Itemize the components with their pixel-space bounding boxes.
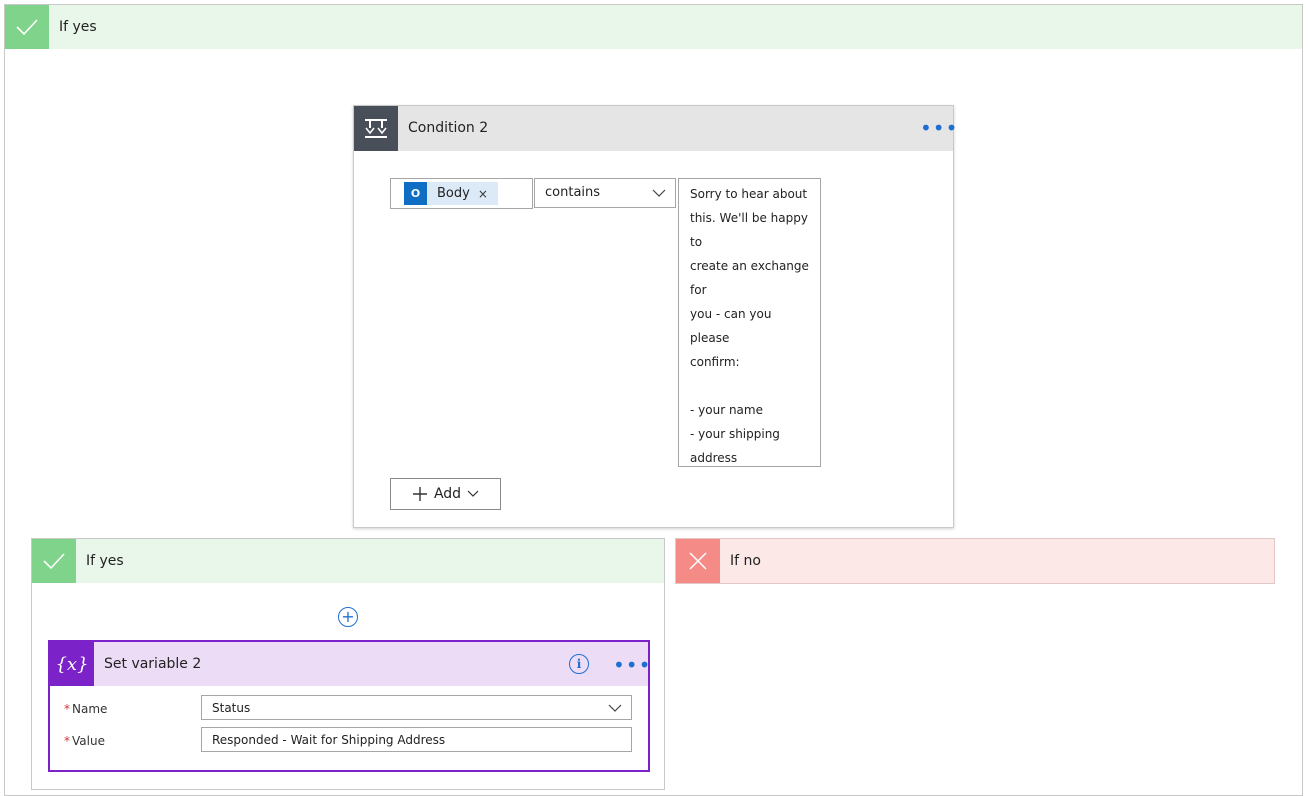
- value-input[interactable]: Responded - Wait for Shipping Address: [201, 727, 632, 752]
- inner-if-yes-label: If yes: [86, 553, 124, 569]
- right-operand-text: Sorry to hear about this. We'll be happy…: [690, 187, 809, 465]
- condition-header[interactable]: Condition 2 •••: [354, 106, 957, 151]
- value-label-text: Value: [72, 734, 105, 748]
- chevron-down-icon: [608, 704, 622, 712]
- plus-icon: [412, 487, 427, 501]
- check-icon: [32, 539, 76, 583]
- chevron-down-icon: [467, 490, 479, 497]
- remove-token-icon[interactable]: ×: [478, 187, 488, 201]
- condition-right-operand[interactable]: Sorry to hear about this. We'll be happy…: [678, 178, 821, 467]
- operator-selected-value: contains: [545, 185, 601, 200]
- set-variable-more-menu-icon[interactable]: •••: [613, 655, 651, 675]
- value-param-label: * Value: [64, 734, 105, 748]
- body-token-label: Body: [437, 186, 470, 201]
- insert-step-icon[interactable]: +: [338, 607, 358, 627]
- condition-left-operand[interactable]: O Body ×: [390, 178, 533, 209]
- inner-if-yes-header[interactable]: If yes: [32, 539, 664, 583]
- variable-icon: {x}: [50, 642, 94, 686]
- if-no-branch[interactable]: If no: [675, 538, 1275, 584]
- set-variable-card: {x} Set variable 2 i ••• * Name Status * V…: [48, 640, 650, 772]
- if-no-label: If no: [730, 553, 761, 569]
- name-param-label: * Name: [64, 702, 107, 716]
- value-input-text: Responded - Wait for Shipping Address: [212, 732, 446, 747]
- required-mark: *: [64, 734, 70, 748]
- set-variable-title: Set variable 2: [104, 656, 202, 672]
- name-select[interactable]: Status: [201, 695, 632, 720]
- condition-more-menu-icon[interactable]: •••: [920, 118, 958, 138]
- name-label-text: Name: [72, 702, 108, 716]
- condition-title: Condition 2: [408, 120, 489, 136]
- info-icon[interactable]: i: [569, 654, 589, 674]
- chevron-down-icon: [652, 189, 666, 197]
- condition-card: Condition 2 ••• O Body × contains Sorry …: [353, 105, 957, 528]
- outer-if-yes-label: If yes: [59, 19, 97, 35]
- condition-icon: [354, 106, 398, 151]
- set-variable-header[interactable]: {x} Set variable 2 i •••: [50, 642, 651, 686]
- condition-operator-select[interactable]: contains: [534, 178, 676, 208]
- outlook-icon: O: [404, 182, 427, 205]
- outer-if-yes-header[interactable]: If yes: [5, 5, 1302, 49]
- body-token: O Body ×: [404, 182, 498, 205]
- required-mark: *: [64, 702, 70, 716]
- check-icon: [5, 5, 49, 49]
- name-select-value: Status: [212, 700, 251, 715]
- close-icon: [676, 539, 720, 583]
- add-button-label: Add: [433, 486, 462, 502]
- add-button[interactable]: Add: [390, 478, 501, 510]
